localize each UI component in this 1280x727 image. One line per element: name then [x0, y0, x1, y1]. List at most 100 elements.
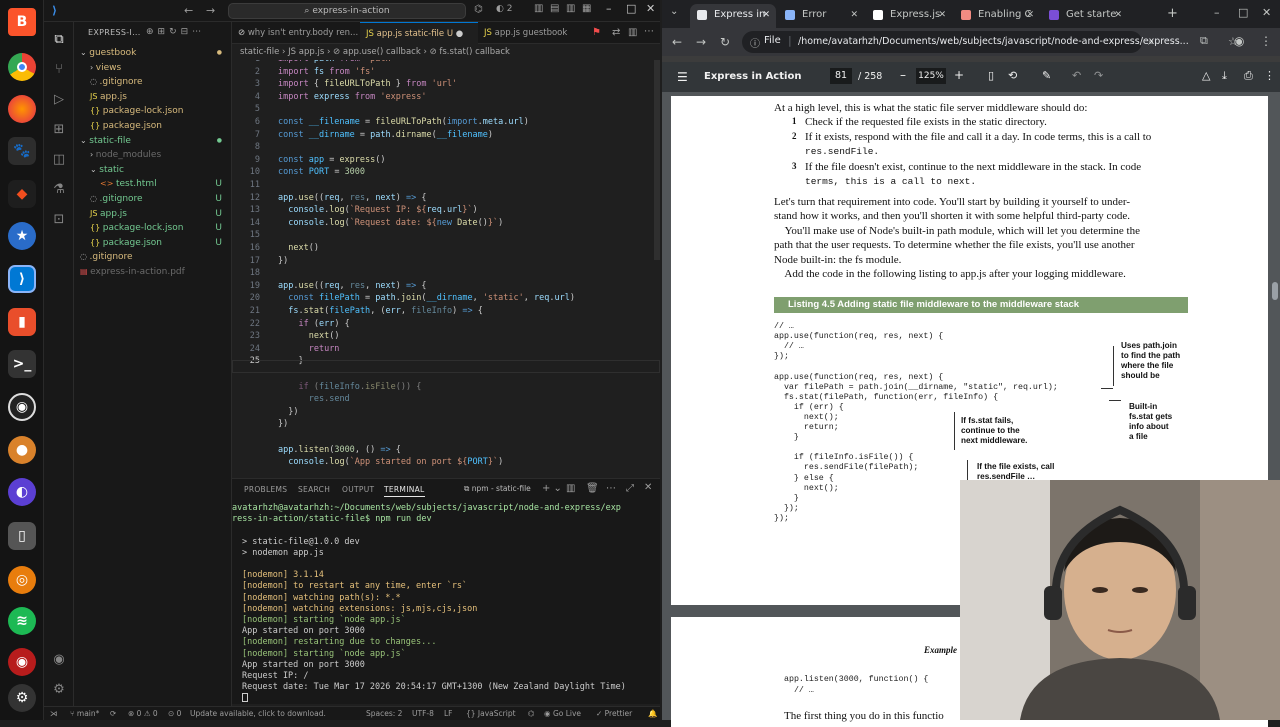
gimp-icon[interactable]: 🐾 — [8, 137, 36, 165]
proton-icon[interactable]: ◐ — [8, 478, 36, 506]
tab-close-icon[interactable]: ✕ — [1026, 4, 1034, 26]
drive-icon[interactable]: △ — [1202, 69, 1210, 82]
tree-item[interactable]: {} package.json — [90, 119, 230, 133]
address-bar[interactable]: ⓘ File | /home/avatarhzh/Documents/web/s… — [742, 31, 1238, 53]
info-icon[interactable]: ⓘ — [750, 35, 760, 50]
update-notice[interactable]: Update available, click to download. — [190, 707, 326, 721]
remote-indicator-icon[interactable]: ⋊ — [50, 707, 58, 721]
gnome-icon[interactable]: ● — [8, 436, 36, 464]
browser-tab[interactable]: Enabling C ✕ — [954, 4, 1040, 28]
tree-item[interactable]: JS app.js — [90, 90, 230, 104]
eol-status[interactable]: LF — [444, 707, 453, 721]
testing-icon[interactable]: ⚗ — [51, 182, 67, 198]
figma-icon[interactable]: ◆ — [8, 180, 36, 208]
pdf-more-icon[interactable]: ⋮ — [1264, 69, 1275, 82]
print-icon[interactable]: ⎙ — [1244, 69, 1253, 83]
ports-status[interactable]: ⊙ 0 — [168, 707, 181, 721]
copilot-icon[interactable]: ⌬ — [474, 4, 483, 15]
copilot-status-icon[interactable]: ⌬ — [528, 707, 535, 721]
tab-app-js-static-file[interactable]: JS app.js static-file U ● — [360, 22, 478, 44]
code-line[interactable]: const PORT = 3000 — [278, 167, 365, 177]
editor-scrollbar[interactable] — [654, 60, 660, 260]
pdf-scrollbar[interactable] — [1272, 282, 1278, 300]
forward-button[interactable]: → — [696, 35, 706, 49]
code-line[interactable]: import { fileURLToPath } from 'url' — [278, 79, 457, 89]
download-icon[interactable]: ⤓ — [1222, 69, 1227, 83]
blender-icon[interactable]: ◎ — [8, 566, 36, 594]
account-icon[interactable]: ◉ — [51, 652, 67, 668]
extensions-puzzle-icon[interactable]: ⧉ — [1200, 34, 1208, 48]
browser-minimize-icon[interactable]: – — [1214, 6, 1220, 19]
code-line[interactable]: console.log(`Request IP: ${req.url}`) — [278, 205, 477, 215]
tree-item[interactable]: {} package-lock.json — [90, 104, 230, 118]
zoom-in-button[interactable]: + — [954, 68, 964, 82]
remote-icon[interactable]: ⊡ — [51, 212, 67, 228]
tab-output[interactable]: OUTPUT — [342, 485, 374, 494]
extensions-icon[interactable]: ⊞ — [51, 122, 67, 138]
code-line[interactable]: fs.stat(filePath, (err, fileInfo) => { — [278, 306, 483, 316]
tree-item[interactable]: ◌ .gitignore — [80, 250, 230, 264]
zoom-out-button[interactable]: – — [900, 68, 906, 82]
code-line[interactable]: app.listen(3000, () => { — [278, 445, 401, 455]
layout-panel-icon[interactable]: ▤ — [550, 3, 559, 14]
minimize-icon[interactable]: – — [606, 2, 612, 15]
tree-item[interactable]: › views — [90, 61, 230, 75]
layout-sidebar-icon[interactable]: ▥ — [534, 3, 543, 14]
account-badge-icon[interactable]: ◐ 2 — [496, 4, 512, 14]
chrome-icon[interactable] — [8, 53, 36, 81]
profile-icon[interactable]: ◉ — [1234, 34, 1244, 48]
new-tab-icon[interactable]: + — [1167, 6, 1178, 21]
browser-maximize-icon[interactable]: □ — [1238, 6, 1248, 19]
forward-arrow-icon[interactable]: → — [206, 4, 215, 17]
back-arrow-icon[interactable]: ← — [184, 4, 193, 17]
chrome-menu-icon[interactable]: ⋮ — [1260, 34, 1272, 48]
code-editor[interactable]: 1 import path from 'path' 2 import fs from … — [232, 60, 660, 474]
code-line[interactable]: return — [278, 344, 340, 354]
code-line[interactable]: if (fileInfo.isFile()) { — [278, 382, 421, 392]
maximize-panel-icon[interactable]: ⤢ — [626, 483, 634, 494]
app-icon-red[interactable]: ▮ — [8, 308, 36, 336]
code-line[interactable]: res.send — [278, 394, 350, 404]
code-line[interactable]: }) — [278, 407, 298, 417]
tab-close-icon[interactable]: ✕ — [762, 4, 770, 26]
browser-tab[interactable]: Get starte ✕ — [1042, 4, 1128, 28]
containers-icon[interactable]: ◫ — [51, 152, 67, 168]
close-panel-icon[interactable]: ✕ — [644, 482, 652, 493]
page-number-input[interactable]: 81 — [830, 68, 852, 84]
tree-item[interactable]: ◌ .gitignore U — [90, 192, 230, 206]
tree-item[interactable]: JS app.js U — [90, 207, 230, 221]
tree-item[interactable]: ⌄ guestbook ● — [80, 46, 230, 60]
prettier-status[interactable]: ✓ Prettier — [596, 707, 632, 721]
unsaved-dot-icon[interactable]: ● — [456, 29, 463, 39]
tree-item[interactable]: ▤ express-in-action.pdf — [80, 265, 230, 279]
browser-tab[interactable]: Error ✕ — [778, 4, 864, 28]
tab-search-icon[interactable]: ⌄ — [670, 6, 678, 17]
app-icon-eye[interactable]: ◉ — [8, 648, 36, 676]
annotate-icon[interactable]: ✎ — [1042, 69, 1051, 82]
maximize-icon[interactable]: □ — [626, 2, 636, 15]
code-line[interactable]: const __dirname = path.dirname(__filenam… — [278, 130, 493, 140]
menu-icon[interactable]: ☰ — [677, 70, 688, 84]
problems-status[interactable]: ⊗ 0 ⚠ 0 — [128, 707, 158, 721]
explorer-icon[interactable]: ⧉ — [51, 32, 67, 48]
explorer-actions-icon[interactable]: ⊕⊞↻⊟⋯ — [146, 27, 205, 37]
close-icon[interactable]: ✕ — [646, 2, 655, 15]
reload-button[interactable]: ↻ — [720, 35, 730, 49]
undo-icon[interactable]: ↶ — [1072, 69, 1081, 82]
tab-terminal[interactable]: TERMINAL — [384, 485, 425, 497]
brave-icon[interactable]: B — [8, 8, 36, 36]
tree-item[interactable]: ⌄ static — [90, 163, 230, 177]
browser-tab[interactable]: Express in ✕ — [690, 4, 776, 28]
copilot-edit-icon[interactable]: ⚑ — [592, 27, 601, 38]
code-line[interactable]: app.use((req, res, next) => { — [278, 281, 427, 291]
tree-item[interactable]: ⌄ static-file ● — [80, 134, 230, 148]
terminal-selector[interactable]: ⧉ npm - static-file — [464, 484, 531, 494]
code-line[interactable]: console.log(`Request date: ${new Date()}… — [278, 218, 503, 228]
rotate-icon[interactable]: ⟲ — [1008, 69, 1017, 82]
indent-status[interactable]: Spaces: 2 — [366, 707, 402, 721]
command-center-search[interactable]: ⌕ express-in-action — [228, 3, 466, 19]
redo-icon[interactable]: ↷ — [1094, 69, 1103, 82]
breadcrumb[interactable]: static-file › JS app.js › ⊘ app.use() ca… — [232, 44, 660, 60]
code-line[interactable]: const filePath = path.join(__dirname, 's… — [278, 293, 575, 303]
kill-terminal-icon[interactable]: 🗑 — [586, 483, 599, 494]
